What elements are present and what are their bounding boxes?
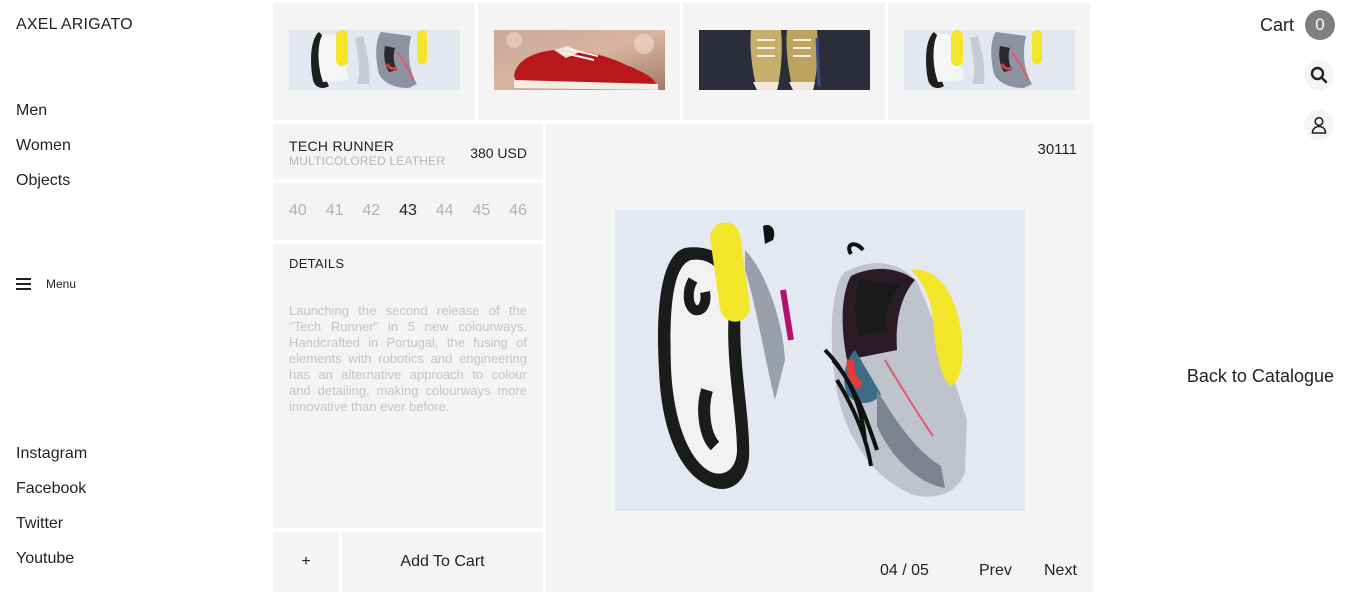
back-to-catalogue-link[interactable]: Back to Catalogue [1187,366,1334,387]
size-option[interactable]: 46 [509,202,546,220]
brand-logo[interactable]: AXEL ARIGATO [16,16,133,34]
size-option[interactable]: 44 [436,202,473,220]
social-link-instagram[interactable]: Instagram [16,444,87,479]
product-subtitle: MULTICOLORED LEATHER [289,154,446,168]
product-main-image [615,210,1025,511]
details-panel: DETAILS Launching the second release of … [273,244,543,528]
details-title: DETAILS [289,256,345,271]
pager-prev-button[interactable]: Prev [979,562,1012,580]
primary-nav: Men Women Objects [16,101,71,206]
social-link-twitter[interactable]: Twitter [16,514,87,549]
user-icon [1311,116,1327,134]
menu-toggle-button[interactable]: Menu [16,277,76,291]
size-option-selected[interactable]: 43 [399,202,436,220]
menu-icon [16,278,31,290]
nav-item-women[interactable]: Women [16,136,71,171]
size-option[interactable]: 41 [326,202,363,220]
search-icon [1310,66,1328,84]
cart-count-badge: 0 [1305,10,1336,40]
increment-quantity-button[interactable]: + [273,532,339,592]
social-link-youtube[interactable]: Youtube [16,549,87,584]
size-option[interactable]: 42 [362,202,399,220]
account-button[interactable] [1304,110,1334,140]
main-image-panel: 30111 04 / 05 Prev Next [546,124,1093,592]
pager-next-button[interactable]: Next [1044,562,1077,580]
product-name: TECH RUNNER [289,138,395,154]
details-text: Launching the second release of the "Tec… [289,303,527,414]
size-option[interactable]: 40 [289,202,326,220]
thumbnail-image [699,30,870,90]
cart-button[interactable]: Cart 0 [1260,10,1336,40]
nav-item-objects[interactable]: Objects [16,171,71,206]
menu-label: Menu [46,277,77,291]
social-link-facebook[interactable]: Facebook [16,479,87,514]
product-info: TECH RUNNER MULTICOLORED LEATHER 380 USD [273,124,543,179]
nav-item-men[interactable]: Men [16,101,71,136]
cart-label: Cart [1260,14,1295,35]
product-sku: 30111 [1037,141,1078,158]
add-to-cart-button[interactable]: Add To Cart [342,532,543,592]
thumbnail-2[interactable] [478,3,680,120]
thumbnail-image [494,30,665,90]
size-selector: 40 41 42 43 44 45 46 [273,183,543,240]
size-option[interactable]: 45 [472,202,509,220]
thumbnail-3[interactable] [683,3,885,120]
thumbnail-image [289,30,460,90]
thumbnail-image [904,30,1075,90]
thumbnail-1[interactable] [273,3,475,120]
social-nav: Instagram Facebook Twitter Youtube [16,444,87,584]
pager-count: 04 / 05 [880,562,929,579]
search-button[interactable] [1304,60,1334,90]
thumbnail-4[interactable] [888,3,1090,120]
product-price: 380 USD [470,145,527,161]
